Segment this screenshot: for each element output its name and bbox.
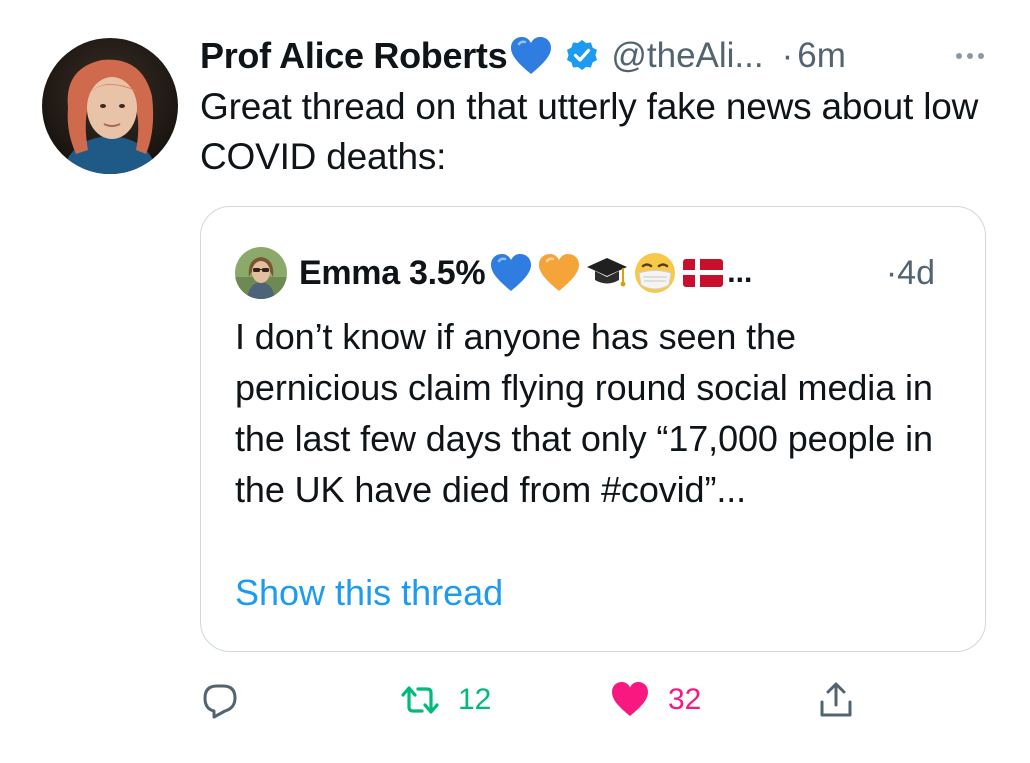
- reply-icon: [203, 684, 237, 719]
- quoted-author-name[interactable]: Emma 3.5%: [299, 254, 486, 293]
- quoted-tweet-timestamp[interactable]: ·4d: [886, 245, 935, 301]
- face-with-medical-mask-emoji-icon: [633, 251, 677, 295]
- like-heart-icon: [612, 682, 648, 716]
- retweet-count: 12: [458, 683, 492, 716]
- quoted-author-avatar[interactable]: [235, 247, 287, 299]
- quoted-name-truncation: ...: [727, 256, 753, 289]
- author-handle[interactable]: @theAli...: [611, 36, 763, 76]
- share-button[interactable]: [816, 670, 856, 730]
- quoted-tweet-header: Emma 3.5% ... ·4d: [235, 245, 955, 301]
- reply-button[interactable]: [200, 670, 240, 730]
- header-separator: ·: [781, 36, 794, 75]
- orange-heart-emoji-icon: [537, 251, 581, 295]
- tweet-header: Prof Alice Roberts @theAli... · 6m: [200, 30, 990, 82]
- quoted-tweet-text: I don’t know if anyone has seen the pern…: [235, 316, 933, 510]
- retweet-icon: [401, 686, 439, 714]
- more-options-icon[interactable]: [951, 30, 984, 82]
- verified-badge-icon: [565, 39, 599, 73]
- like-button[interactable]: 32: [610, 670, 701, 730]
- retweet-button[interactable]: 12: [400, 670, 491, 730]
- author-name[interactable]: Prof Alice Roberts: [200, 35, 508, 77]
- tweet-actions: 12 32: [200, 670, 880, 730]
- share-icon: [820, 682, 852, 717]
- blue-heart-emoji-icon: [509, 36, 553, 76]
- denmark-flag-emoji-icon: [681, 251, 725, 295]
- show-thread-link[interactable]: Show this thread: [235, 572, 503, 614]
- author-avatar-image: [42, 38, 178, 174]
- graduation-cap-emoji-icon: [585, 251, 629, 295]
- tweet-timestamp[interactable]: 6m: [797, 36, 846, 76]
- quoted-tweet[interactable]: Emma 3.5% ... ·4d I don’t know if anyone…: [200, 206, 986, 652]
- like-count: 32: [668, 683, 702, 716]
- author-avatar[interactable]: [42, 38, 178, 174]
- tweet[interactable]: Prof Alice Roberts @theAli... · 6m Great…: [0, 0, 1030, 763]
- tweet-text: Great thread on that utterly fake news a…: [200, 86, 979, 177]
- blue-heart-emoji-icon: [489, 251, 533, 295]
